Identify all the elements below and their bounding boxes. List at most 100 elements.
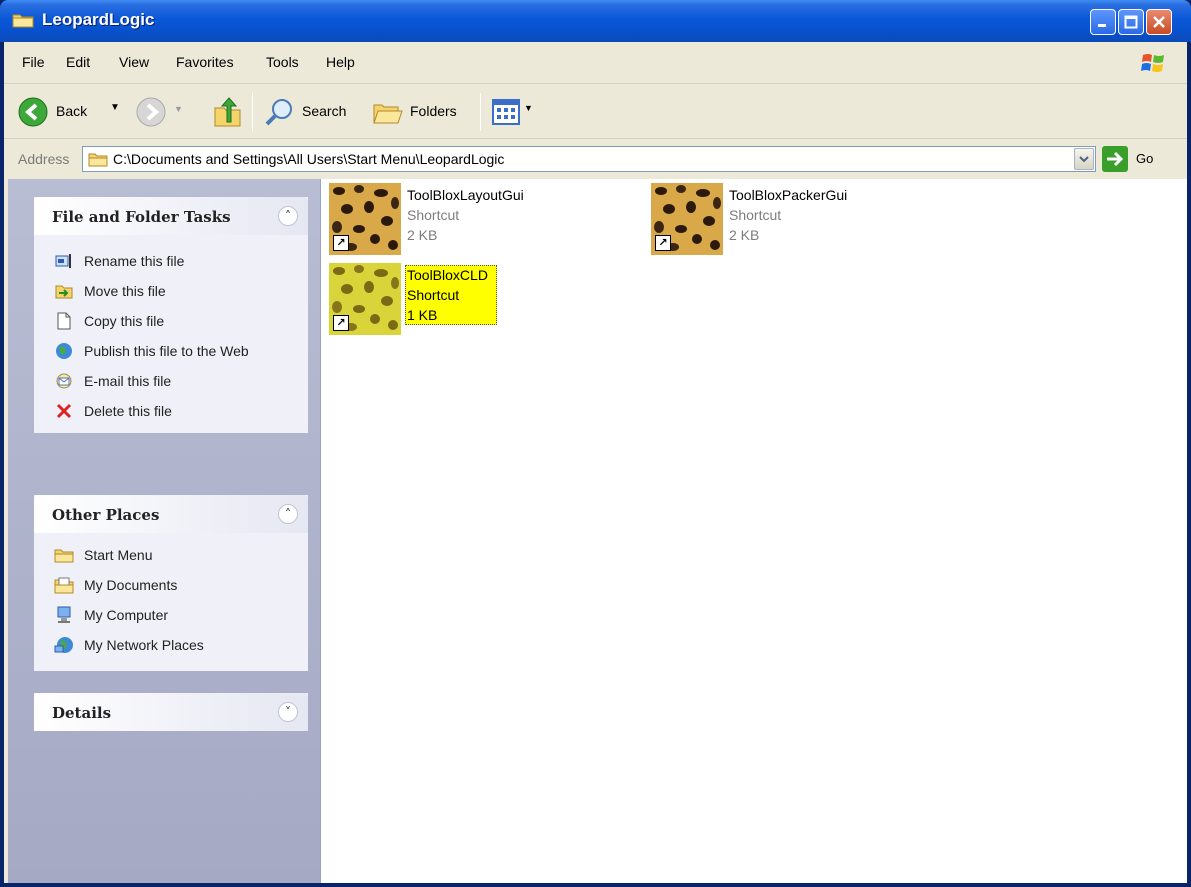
windows-logo-icon — [1141, 54, 1164, 72]
minimize-button[interactable] — [1090, 9, 1116, 35]
task-publish[interactable]: Publish this file to the Web — [54, 339, 249, 363]
panel-title: Details — [52, 704, 112, 722]
toolbar-separator — [252, 93, 253, 131]
address-dropdown-button[interactable] — [1074, 148, 1094, 170]
task-copy[interactable]: Copy this file — [54, 309, 164, 333]
file-size: 2 KB — [407, 227, 438, 243]
file-type: Shortcut — [407, 207, 460, 223]
explorer-window: LeopardLogic File Edit View Favorites To… — [0, 0, 1191, 887]
expand-icon[interactable]: ˅ — [278, 702, 298, 722]
search-icon[interactable] — [264, 97, 294, 127]
maximize-button[interactable] — [1118, 9, 1144, 35]
task-move[interactable]: Move this file — [54, 279, 166, 303]
views-icon[interactable] — [492, 99, 520, 125]
forward-arrow-icon[interactable] — [136, 97, 166, 127]
menu-tools[interactable]: Tools — [266, 54, 299, 70]
panel-title: File and Folder Tasks — [52, 208, 231, 226]
address-bar: Address C:\Documents and Settings\All Us… — [4, 140, 1187, 178]
menu-help[interactable]: Help — [326, 54, 355, 70]
file-name: ToolBloxCLD — [407, 267, 488, 283]
place-start-menu[interactable]: Start Menu — [54, 543, 152, 567]
window-client: File Edit View Favorites Tools Help Back… — [4, 42, 1187, 883]
file-name: ToolBloxPackerGui — [729, 187, 848, 203]
search-button[interactable]: Search — [302, 103, 346, 119]
task-label: Move this file — [84, 283, 166, 299]
back-dropdown-icon[interactable]: ▼ — [110, 102, 120, 113]
place-my-computer[interactable]: My Computer — [54, 603, 168, 627]
task-label: Delete this file — [84, 403, 172, 419]
folders-icon[interactable] — [372, 97, 404, 127]
file-type: Shortcut — [407, 287, 460, 303]
task-pane: File and Folder Tasks ˄ Rename this file… — [8, 179, 320, 883]
address-path: C:\Documents and Settings\All Users\Star… — [113, 151, 505, 167]
go-arrow-icon — [1107, 151, 1124, 167]
standard-toolbar: Back ▼ ▼ Search Folders ▼ — [4, 85, 1187, 139]
task-label: E-mail this file — [84, 373, 172, 389]
task-label: Copy this file — [84, 313, 165, 329]
place-label: Start Menu — [84, 547, 153, 563]
task-email[interactable]: E-mail this file — [54, 369, 171, 393]
up-folder-icon[interactable] — [212, 96, 242, 128]
go-label[interactable]: Go — [1136, 151, 1153, 166]
task-label: Publish this file to the Web — [84, 343, 249, 359]
file-item[interactable]: ↗ ToolBloxPackerGui Shortcut 2 KB — [651, 183, 891, 255]
file-item-selected[interactable]: ↗ ToolBloxCLD Shortcut 1 KB — [329, 263, 569, 335]
file-item[interactable]: ↗ ToolBloxLayoutGui Shortcut 2 KB — [329, 183, 569, 255]
maximize-icon — [1124, 15, 1138, 29]
place-label: My Documents — [84, 577, 178, 593]
file-list[interactable]: ↗ ToolBloxLayoutGui Shortcut 2 KB ↗ Tool… — [320, 179, 1187, 883]
place-network-places[interactable]: My Network Places — [54, 633, 204, 657]
address-input[interactable]: C:\Documents and Settings\All Users\Star… — [82, 146, 1096, 172]
copy-icon — [54, 311, 74, 331]
menu-edit[interactable]: Edit — [66, 54, 90, 70]
file-folder-tasks-panel: File and Folder Tasks ˄ Rename this file… — [34, 197, 308, 433]
menu-file[interactable]: File — [22, 54, 45, 70]
go-button[interactable] — [1102, 146, 1128, 172]
shortcut-arrow-icon: ↗ — [655, 235, 671, 251]
rename-icon — [54, 251, 74, 271]
publish-web-icon — [54, 341, 74, 361]
shortcut-arrow-icon: ↗ — [333, 315, 349, 331]
panel-header[interactable]: File and Folder Tasks ˄ — [34, 197, 308, 235]
shortcut-arrow-icon: ↗ — [333, 235, 349, 251]
chevron-down-icon — [1079, 156, 1089, 163]
folder-icon — [12, 14, 34, 28]
close-button[interactable] — [1146, 9, 1172, 35]
place-label: My Network Places — [84, 637, 204, 653]
network-places-icon — [54, 635, 74, 655]
forward-dropdown-icon[interactable]: ▼ — [174, 104, 183, 114]
back-button[interactable]: Back — [56, 103, 87, 119]
file-size: 1 KB — [407, 307, 438, 323]
move-icon — [54, 281, 74, 301]
collapse-icon[interactable]: ˄ — [278, 504, 298, 524]
menu-bar: File Edit View Favorites Tools Help — [4, 42, 1187, 84]
views-dropdown-icon[interactable]: ▼ — [524, 103, 533, 113]
folder-icon — [54, 545, 74, 565]
details-panel: Details ˅ — [34, 693, 308, 731]
panel-header[interactable]: Details ˅ — [34, 693, 308, 731]
title-bar[interactable]: LeopardLogic — [0, 0, 1191, 42]
my-computer-icon — [54, 605, 74, 625]
place-label: My Computer — [84, 607, 169, 623]
file-name: ToolBloxLayoutGui — [407, 187, 524, 203]
collapse-icon[interactable]: ˄ — [278, 206, 298, 226]
address-label: Address — [18, 151, 70, 167]
task-delete[interactable]: Delete this file — [54, 399, 172, 423]
menu-view[interactable]: View — [119, 54, 149, 70]
file-type: Shortcut — [729, 207, 782, 223]
menu-favorites[interactable]: Favorites — [176, 54, 234, 70]
minimize-icon — [1098, 24, 1106, 27]
task-rename[interactable]: Rename this file — [54, 249, 184, 273]
panel-title: Other Places — [52, 506, 160, 524]
close-icon — [1153, 16, 1165, 28]
delete-icon — [54, 401, 74, 421]
place-my-documents[interactable]: My Documents — [54, 573, 177, 597]
toolbar-separator — [480, 93, 481, 131]
file-size: 2 KB — [729, 227, 760, 243]
folders-button[interactable]: Folders — [410, 103, 457, 119]
back-arrow-icon[interactable] — [18, 97, 48, 127]
panel-header[interactable]: Other Places ˄ — [34, 495, 308, 533]
window-bottom-border — [0, 883, 1191, 887]
other-places-panel: Other Places ˄ Start Menu My Documents M… — [34, 495, 308, 671]
email-icon — [54, 371, 74, 391]
